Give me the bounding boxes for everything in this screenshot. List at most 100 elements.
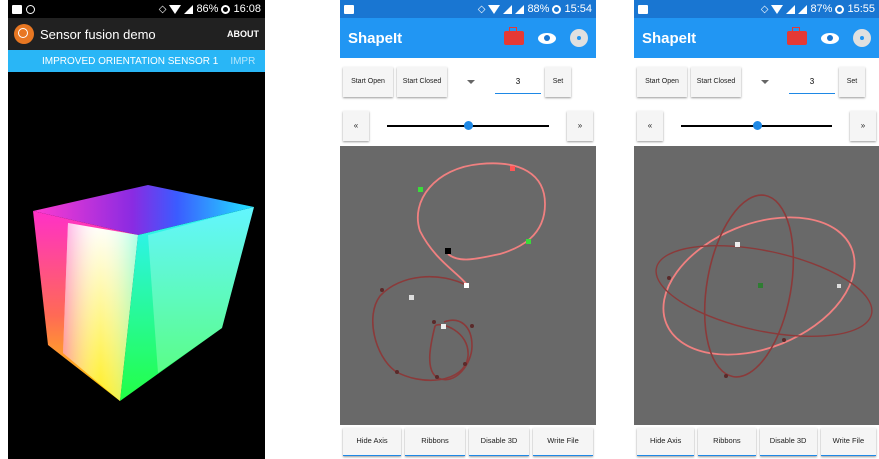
path-point: [432, 320, 436, 324]
disable-3d-button[interactable]: Disable 3D: [469, 428, 529, 456]
ring-horizontal: [655, 244, 873, 338]
signal-icon: [786, 4, 796, 14]
app-logo-icon: [14, 24, 34, 44]
shapeit-screen-closed: ◇ 87% 15:55 ShapeIt Start Open Start Clo…: [634, 0, 879, 459]
shape-dropdown[interactable]: [745, 80, 785, 84]
chevron-down-icon: [761, 80, 769, 84]
battery-icon: [835, 4, 845, 14]
ribbons-button[interactable]: Ribbons: [405, 428, 465, 456]
vertex-marker: [837, 284, 841, 288]
view-button[interactable]: [821, 32, 839, 44]
toolbox-button[interactable]: [504, 27, 524, 45]
set-button[interactable]: Set: [839, 67, 865, 97]
next-button[interactable]: »: [567, 111, 593, 141]
settings-button[interactable]: [570, 29, 588, 47]
vertex-marker: [526, 239, 531, 244]
app-toolbar: ShapeIt: [340, 18, 596, 58]
app-title: ShapeIt: [642, 29, 697, 47]
wifi-icon: [169, 4, 182, 14]
next-button[interactable]: »: [850, 111, 876, 141]
vertex-marker: [418, 187, 423, 192]
battery-percent: 87%: [810, 3, 833, 15]
signal-icon-2: [798, 4, 808, 14]
shape-drawing: [372, 162, 546, 381]
settings-button[interactable]: [853, 29, 871, 47]
vibrate-icon: ◇: [158, 3, 167, 15]
path-point: [782, 338, 786, 342]
vertex-marker: [441, 324, 446, 329]
tab-next[interactable]: IMPR: [224, 56, 261, 67]
shape-controls: Start Open Start Closed 3 Set: [634, 58, 879, 106]
toolbox-icon: [504, 27, 524, 45]
view-button[interactable]: [538, 32, 556, 44]
start-closed-button[interactable]: Start Closed: [691, 67, 741, 97]
hide-axis-button[interactable]: Hide Axis: [637, 428, 695, 456]
vertex-marker: [510, 166, 515, 171]
sensor-fusion-screen: ◇ 86% 16:08 Sensor fusion demo ABOUT IMP…: [8, 0, 265, 459]
prev-button[interactable]: «: [637, 111, 663, 141]
slider-thumb[interactable]: [464, 121, 473, 130]
vertex-marker: [735, 242, 740, 247]
ribbons-button[interactable]: Ribbons: [698, 428, 756, 456]
vibrate-icon: ◇: [760, 3, 769, 15]
shape-canvas[interactable]: [340, 146, 596, 425]
wifi-icon: [771, 4, 784, 14]
path-point: [395, 370, 399, 374]
vertex-marker: [409, 295, 414, 300]
shapeit-screen-open: ◇ 88% 15:54 ShapeIt Start Open Start Clo…: [340, 0, 596, 459]
signal-icon-2: [515, 4, 525, 14]
count-input[interactable]: 3: [789, 71, 835, 94]
image-notification-icon: [638, 4, 648, 14]
shape-controls: Start Open Start Closed 3 Set: [340, 58, 596, 106]
about-button[interactable]: ABOUT: [227, 29, 259, 39]
status-bar: ◇ 86% 16:08: [8, 0, 265, 18]
battery-percent: 86%: [196, 3, 219, 15]
start-open-button[interactable]: Start Open: [637, 67, 687, 97]
set-button[interactable]: Set: [545, 67, 571, 97]
status-bar: ◇ 88% 15:54: [340, 0, 596, 18]
gear-icon: [853, 29, 871, 47]
hide-axis-button[interactable]: Hide Axis: [343, 428, 401, 456]
app-toolbar: ShapeIt: [634, 18, 879, 58]
bottom-bar: Hide Axis Ribbons Disable 3D Write File: [340, 425, 596, 459]
clock: 15:54: [564, 3, 592, 15]
disable-3d-button[interactable]: Disable 3D: [759, 428, 817, 456]
app-title: Sensor fusion demo: [40, 26, 156, 42]
clock: 16:08: [233, 3, 261, 15]
position-slider[interactable]: [373, 119, 563, 133]
curve-lower-loops: [372, 275, 469, 381]
battery-icon: [221, 4, 231, 14]
image-notification-icon: [344, 4, 354, 14]
chevron-down-icon: [467, 80, 475, 84]
gear-icon: [570, 29, 588, 47]
shape-canvas[interactable]: [634, 146, 879, 425]
start-closed-button[interactable]: Start Closed: [397, 67, 447, 97]
tab-improved-orientation-1[interactable]: IMPROVED ORIENTATION SENSOR 1: [36, 56, 224, 67]
toolbox-button[interactable]: [787, 27, 807, 45]
slider-row: « »: [340, 106, 596, 146]
clock: 15:55: [847, 3, 875, 15]
vertex-marker: [445, 248, 451, 254]
bottom-bar: Hide Axis Ribbons Disable 3D Write File: [634, 425, 879, 459]
rgb-cube: [33, 185, 254, 401]
shape-dropdown[interactable]: [451, 80, 491, 84]
eye-icon: [538, 32, 556, 44]
position-slider[interactable]: [667, 119, 846, 133]
start-open-button[interactable]: Start Open: [343, 67, 393, 97]
signal-icon: [503, 4, 513, 14]
path-point: [463, 362, 467, 366]
path-point: [380, 288, 384, 292]
prev-button[interactable]: «: [343, 111, 369, 141]
status-bar: ◇ 87% 15:55: [634, 0, 879, 18]
center-marker: [758, 283, 763, 288]
eye-icon: [821, 32, 839, 44]
slider-thumb[interactable]: [752, 121, 762, 130]
path-point: [435, 375, 439, 379]
write-file-button[interactable]: Write File: [820, 428, 877, 456]
count-input[interactable]: 3: [495, 71, 541, 94]
shape-drawing: [655, 194, 873, 378]
slider-row: « »: [634, 106, 879, 146]
cube-viewport[interactable]: [8, 83, 265, 459]
write-file-button[interactable]: Write File: [533, 428, 593, 456]
path-point: [470, 324, 474, 328]
